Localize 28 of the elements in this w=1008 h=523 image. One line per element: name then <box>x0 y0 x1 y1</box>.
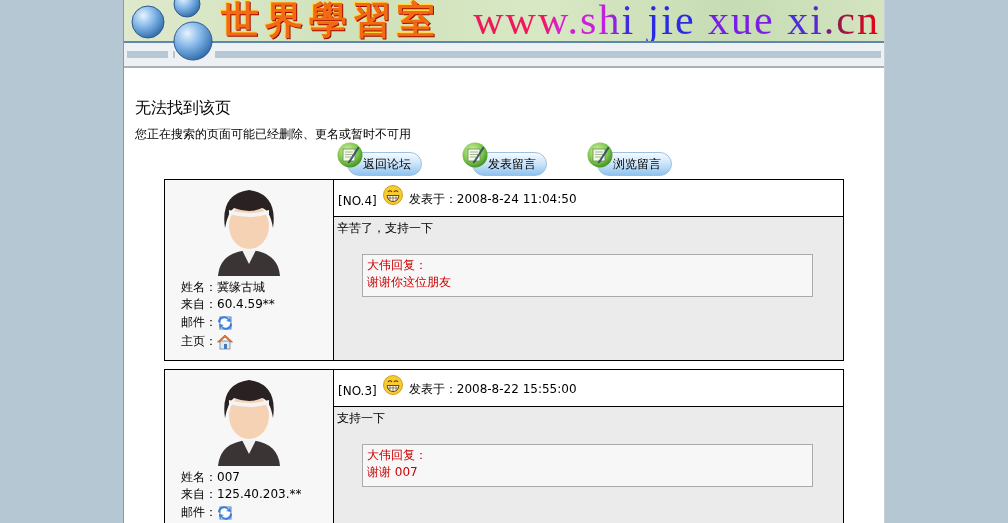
reply-text: 谢谢你这位朋友 <box>367 274 452 291</box>
post-date: 发表于：2008-8-24 11:04:50 <box>408 191 577 208</box>
author-info: 姓名：冀缘古城 <box>181 279 266 296</box>
post-content: 辛苦了，支持一下 <box>337 221 434 235</box>
post-content: 支持一下 <box>337 411 386 425</box>
post-number: [NO.3] <box>338 384 377 398</box>
grinning-face-icon <box>382 375 403 395</box>
error-message: 您正在搜索的页面可能已经删除、更名或暂时不可用 <box>135 127 412 141</box>
author-info: 来自：60.4.59** <box>181 296 276 313</box>
info-label: 邮件： <box>181 314 217 331</box>
info-label: 邮件： <box>181 504 217 521</box>
house-icon[interactable] <box>217 333 233 350</box>
mail-icon[interactable] <box>217 314 233 331</box>
notepad-pen-icon <box>336 142 363 168</box>
notepad-pen-icon <box>586 142 613 168</box>
author-info: 来自：125.40.203.** <box>181 486 303 503</box>
post-number: [NO.4] <box>338 194 377 208</box>
post-date: 发表于：2008-8-22 15:55:00 <box>408 381 577 398</box>
reply-title: 大伟回复： <box>367 257 428 274</box>
site-title: 世界學習室 <box>221 0 441 41</box>
mail-icon[interactable] <box>217 504 233 521</box>
error-heading: 无法找到该页 <box>135 98 232 118</box>
reply-text: 谢谢 007 <box>367 464 419 481</box>
grinning-face-icon <box>382 185 403 205</box>
info-label: 主页： <box>181 333 217 350</box>
author-info: 姓名：007 <box>181 469 241 486</box>
notepad-pen-icon <box>461 142 488 168</box>
reply-title: 大伟回复： <box>367 447 428 464</box>
